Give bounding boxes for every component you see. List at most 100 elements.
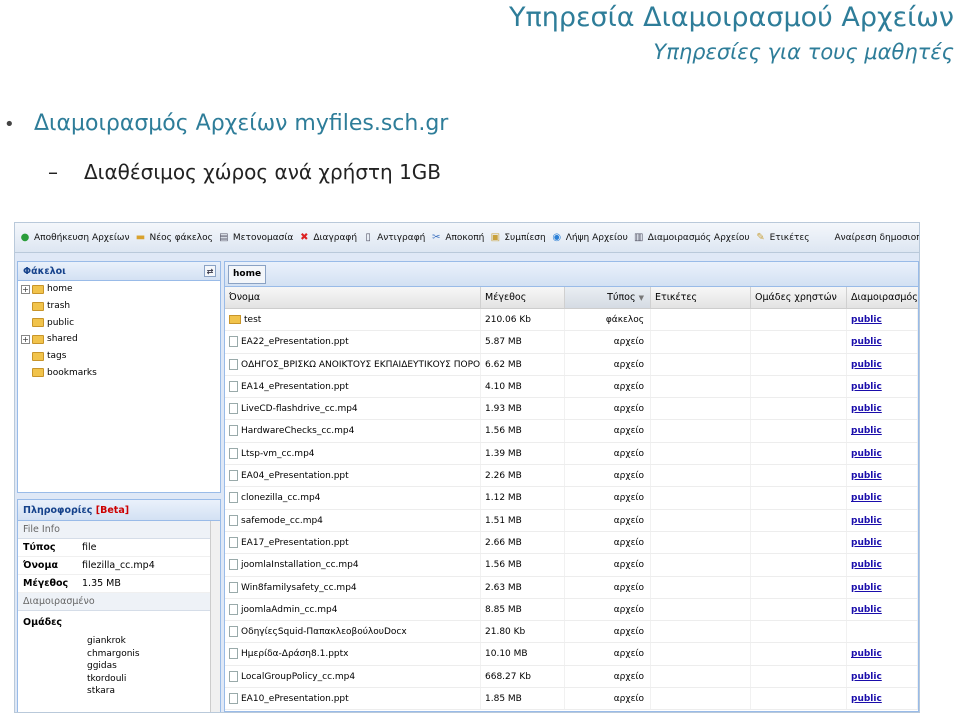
column-share[interactable]: Διαμοιρασμός	[847, 287, 918, 308]
share-link[interactable]: public	[851, 694, 882, 704]
folder-icon	[32, 351, 44, 361]
cell-name: EA04_ePresentation.ppt	[225, 465, 481, 487]
cell-type: αρχείο	[565, 331, 651, 353]
table-row[interactable]: EA22_ePresentation.ppt 5.87 MB αρχείο publi…	[225, 331, 918, 354]
column-groups[interactable]: Ομάδες χρηστών	[751, 287, 847, 308]
cut-button[interactable]: ✂ Αποκοπή	[430, 232, 484, 244]
download-button[interactable]: ◉ Λήψη Αρχείου	[551, 232, 627, 244]
save-files-button[interactable]: ● Αποθήκευση Αρχείων	[19, 232, 130, 244]
info-header-label: Πληροφορίες	[23, 505, 93, 516]
cell-size: 2.66 MB	[481, 531, 565, 554]
file-info-section[interactable]: File Info	[18, 521, 220, 539]
column-size[interactable]: Μέγεθος	[481, 287, 565, 308]
delete-icon: ✖	[300, 231, 309, 243]
cell-groups	[751, 554, 847, 576]
table-row[interactable]: joomlaAdmin_cc.mp4 8.85 MB αρχείο public	[225, 598, 918, 622]
refresh-icon[interactable]: ⇄	[204, 265, 216, 277]
share-link[interactable]: public	[851, 337, 882, 347]
table-row[interactable]: joomlaInstallation_cc.mp4 1.56 MB αρχείο pu…	[225, 554, 918, 577]
cell-name: LocalGroupPolicy_cc.mp4	[225, 665, 481, 688]
table-row[interactable]: ΟΔΗΓΟΣ_ΒΡΙΣΚΩ ΑΝΟΙΚΤΟΥΣ ΕΚΠΑΙΔΕΥΤΙΚΟΥΣ Π…	[225, 353, 918, 376]
cell-name-text: test	[244, 315, 262, 325]
share-link[interactable]: public	[851, 360, 882, 370]
cell-groups	[751, 531, 847, 554]
cell-name: EA22_ePresentation.ppt	[225, 331, 481, 353]
table-row[interactable]: EA10_ePresentation.ppt 1.85 MB αρχείο publi…	[225, 688, 918, 711]
tree-item-5[interactable]: bookmarks	[18, 364, 220, 381]
expand-icon[interactable]: +	[21, 284, 30, 294]
folders-header: Φάκελοι ⇄	[18, 262, 220, 281]
breadcrumb-home[interactable]: home	[228, 265, 267, 284]
cell-name-text: LiveCD-flashdrive_cc.mp4	[241, 404, 358, 415]
scissors-icon: ✂	[432, 231, 441, 243]
cell-name-text: Win8familysafety_cc.mp4	[241, 582, 357, 593]
share-link[interactable]: public	[851, 471, 882, 481]
table-row[interactable]: Ltsp-vm_cc.mp4 1.39 MB αρχείο public	[225, 442, 918, 466]
info-header: Πληροφορίες [Beta]	[18, 500, 220, 521]
share-link[interactable]: public	[851, 382, 882, 392]
copy-button[interactable]: ▯ Αντιγραφή	[362, 232, 425, 244]
unpublish-button[interactable]: Αναίρεση δημοσιοποίησης	[834, 232, 919, 243]
cell-tags	[651, 531, 751, 554]
table-row[interactable]: ΟδηγίεςSquid-ΠαπακλεοβούλουDocx 21.80 Kb α…	[225, 621, 918, 644]
file-icon	[229, 581, 238, 593]
delete-label: Διαγραφή	[313, 232, 358, 243]
column-name[interactable]: Όνομα	[225, 287, 481, 308]
table-row[interactable]: clonezilla_cc.mp4 1.12 MB αρχείο public	[225, 487, 918, 510]
column-tags[interactable]: Ετικέτες	[651, 287, 751, 308]
cell-share: public	[847, 487, 918, 509]
new-folder-button[interactable]: ▬ Νέος φάκελος	[134, 232, 213, 244]
column-type[interactable]: Τύπος ▼	[565, 287, 651, 308]
cell-name: ΟΔΗΓΟΣ_ΒΡΙΣΚΩ ΑΝΟΙΚΤΟΥΣ ΕΚΠΑΙΔΕΥΤΙΚΟΥΣ Π…	[225, 353, 481, 375]
share-link[interactable]: public	[851, 404, 882, 414]
rename-button[interactable]: ▤ Μετονομασία	[218, 232, 293, 244]
compress-button[interactable]: ▣ Συμπίεση	[489, 232, 546, 244]
table-row[interactable]: EA14_ePresentation.ppt 4.10 MB αρχείο publi…	[225, 375, 918, 399]
tree-item-4[interactable]: tags	[18, 348, 220, 365]
table-row[interactable]: HardwareChecks_cc.mp4 1.56 MB αρχείο public	[225, 420, 918, 443]
sharing-section[interactable]: Διαμοιρασμένο	[18, 593, 220, 611]
share-link[interactable]: public	[851, 315, 882, 325]
share-link[interactable]: public	[851, 649, 882, 659]
table-row[interactable]: LiveCD-flashdrive_cc.mp4 1.93 MB αρχείο pub…	[225, 398, 918, 421]
expand-icon[interactable]: +	[21, 334, 30, 344]
cell-share	[847, 621, 918, 643]
share-link[interactable]: public	[851, 560, 882, 570]
tree-item-0[interactable]: + home	[18, 281, 220, 298]
copy-label: Αντιγραφή	[377, 232, 426, 243]
share-link[interactable]: public	[851, 426, 882, 436]
save-files-label: Αποθήκευση Αρχείων	[34, 232, 130, 243]
cell-size: 21.80 Kb	[481, 621, 565, 643]
table-row[interactable]: test 210.06 Kb φάκελος public	[225, 309, 918, 332]
share-link[interactable]: public	[851, 493, 882, 503]
tree-item-3[interactable]: + shared	[18, 331, 220, 348]
tags-button[interactable]: ✎ Ετικέτες	[755, 232, 809, 244]
unpublish-label: Αναίρεση δημοσιοποίησης	[834, 232, 919, 243]
delete-button[interactable]: ✖ Διαγραφή	[298, 232, 357, 244]
cell-type: αρχείο	[565, 621, 651, 643]
cell-name: EA17_ePresentation.ppt	[225, 531, 481, 554]
tree-item-1[interactable]: trash	[18, 298, 220, 315]
share-link[interactable]: public	[851, 516, 882, 526]
share-link[interactable]: public	[851, 605, 882, 615]
share-link[interactable]: public	[851, 538, 882, 548]
info-size-value: 1.35 MB	[82, 578, 121, 589]
cell-name-text: clonezilla_cc.mp4	[241, 493, 321, 504]
info-scrollbar[interactable]	[210, 521, 220, 712]
share-link[interactable]: public	[851, 672, 882, 682]
table-row[interactable]: EA04_ePresentation.ppt 2.26 MB αρχείο publi…	[225, 465, 918, 488]
share-link[interactable]: public	[851, 449, 882, 459]
share-link[interactable]: public	[851, 583, 882, 593]
table-row[interactable]: Win8familysafety_cc.mp4 2.63 MB αρχείο publ…	[225, 576, 918, 599]
cell-type: αρχείο	[565, 598, 651, 621]
table-row[interactable]: EA17_ePresentation.ppt 2.66 MB αρχείο publi…	[225, 531, 918, 555]
table-row[interactable]: Ημερίδα-Δράση8.1.pptx 10.10 MB αρχείο publi…	[225, 643, 918, 666]
share-button[interactable]: ▥ Διαμοιρασμός Αρχείου	[633, 232, 750, 244]
table-row[interactable]: LocalGroupPolicy_cc.mp4 668.27 Kb αρχείο pu…	[225, 665, 918, 689]
cell-type: αρχείο	[565, 420, 651, 442]
table-row[interactable]: safemode_cc.mp4 1.51 MB αρχείο public	[225, 509, 918, 532]
cell-size: 8.85 MB	[481, 598, 565, 621]
cell-name: Ημερίδα-Δράση8.1.pptx	[225, 643, 481, 665]
tree-item-2[interactable]: public	[18, 314, 220, 331]
cell-name-text: EA10_ePresentation.ppt	[241, 694, 349, 705]
